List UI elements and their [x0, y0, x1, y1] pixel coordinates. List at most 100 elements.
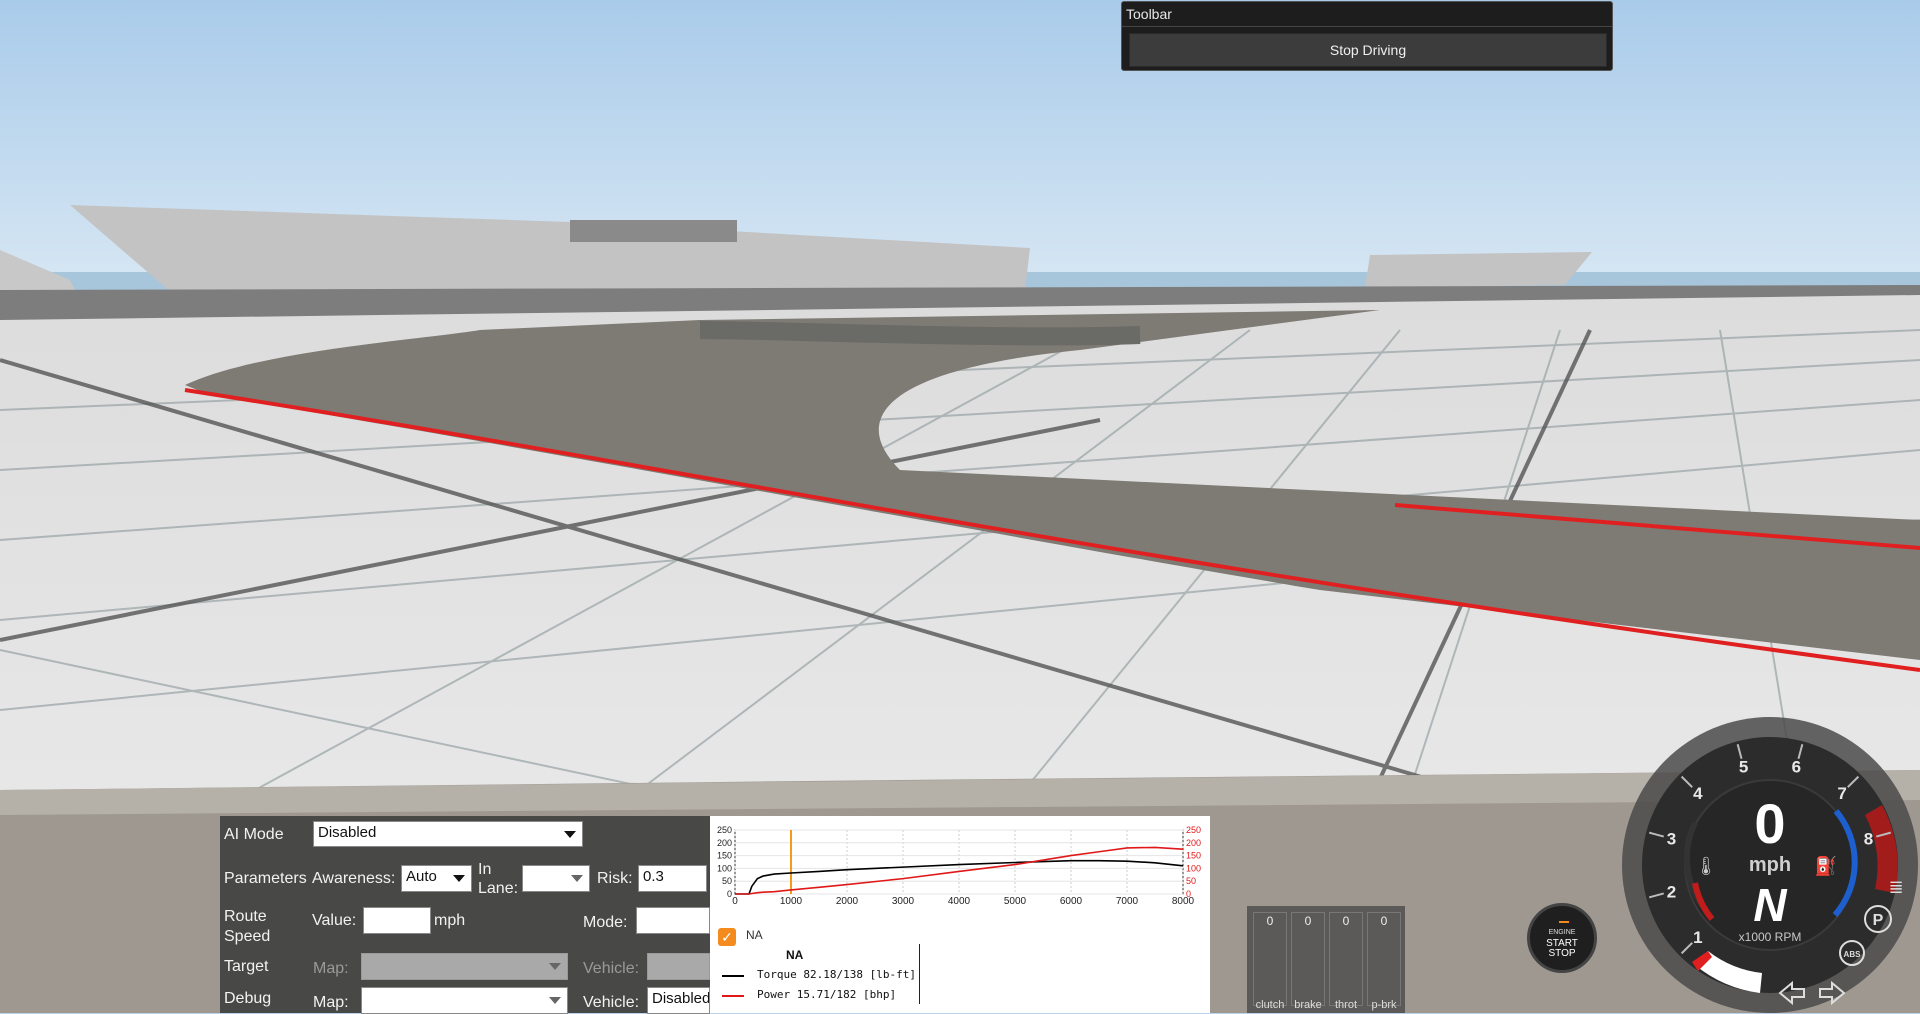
- headlight-icon: ≣: [1888, 877, 1903, 898]
- y-left-tick-label: 150: [717, 851, 732, 861]
- rpm-tick-label: 5: [1739, 757, 1748, 776]
- x-tick-label: 3000: [892, 896, 915, 907]
- y-left-tick-label: 50: [722, 876, 732, 886]
- debug-map-label: Map:: [313, 994, 349, 1011]
- awareness-select[interactable]: Auto: [401, 865, 472, 892]
- y-right-tick-label: 50: [1186, 876, 1196, 886]
- route-speed-mode-select[interactable]: [636, 907, 710, 934]
- pedal-value: 0: [1304, 914, 1312, 928]
- route-speed-value-label: Value:: [312, 912, 357, 929]
- chevron-down-icon: [549, 963, 561, 970]
- engine-indicator-light: [1559, 921, 1569, 923]
- toolbar-title: Toolbar: [1122, 2, 1612, 27]
- speed-unit-label: mph: [1749, 854, 1791, 876]
- pedal-input-display: 0 clutch 0 brake 0 throt 0 p-brk: [1247, 906, 1405, 1013]
- rpm-tick-label: 1: [1693, 928, 1702, 947]
- grandstand-right: [1365, 252, 1592, 288]
- y-right-tick-label: 100: [1186, 863, 1201, 873]
- route-speed-label-line1: Route: [224, 908, 267, 925]
- y-left-tick-label: 0: [727, 889, 732, 899]
- x-tick-label: 0: [732, 896, 738, 907]
- ai-mode-select[interactable]: Disabled: [313, 821, 583, 847]
- engine-start-stop-button[interactable]: ENGINE START STOP: [1527, 903, 1597, 973]
- temperature-icon: 🌡: [1695, 856, 1718, 877]
- ai-mode-label: AI Mode: [224, 826, 284, 843]
- in-lane-label-line1: In: [478, 861, 492, 878]
- debug-vehicle-label: Vehicle:: [583, 994, 640, 1011]
- y-right-tick-label: 200: [1186, 838, 1201, 848]
- y-left-tick-label: 100: [717, 863, 732, 873]
- pedal-value: 0: [1380, 914, 1388, 928]
- torque-legend-swatch: [722, 975, 744, 977]
- fuel-icon: ⛽: [1815, 855, 1837, 877]
- rpm-tick-label: 2: [1667, 882, 1676, 901]
- risk-input[interactable]: 0.3: [638, 865, 707, 892]
- na-checkbox-label: NA: [746, 928, 763, 942]
- rpm-tick-label: 8: [1864, 830, 1873, 849]
- gear-indicator: N: [1753, 879, 1787, 931]
- parking-brake-label: P: [1873, 912, 1884, 929]
- rpm-tick-label: 4: [1693, 784, 1703, 803]
- y-left-tick-label: 200: [717, 838, 732, 848]
- abs-label: ABS: [1844, 950, 1862, 959]
- x-tick-label: 6000: [1060, 896, 1083, 907]
- awareness-label: Awareness:: [312, 870, 396, 887]
- awareness-value: Auto: [406, 868, 437, 885]
- y-left-tick-label: 250: [717, 825, 732, 835]
- route-speed-value-input[interactable]: [363, 907, 431, 934]
- x-tick-label: 7000: [1116, 896, 1139, 907]
- x-tick-label: 5000: [1004, 896, 1027, 907]
- target-vehicle-label: Vehicle:: [583, 960, 640, 977]
- x-tick-label: 4000: [948, 896, 971, 907]
- torque-power-chart: 0 1000 2000 3000 4000 5000 6000 7000 80000501001…: [717, 825, 1201, 907]
- risk-label: Risk:: [597, 870, 633, 887]
- debug-label: Debug: [224, 990, 272, 1007]
- target-map-select[interactable]: [361, 953, 568, 980]
- debug-vehicle-value: Disabled: [652, 990, 710, 1007]
- pedal-label: p-brk: [1371, 999, 1397, 1011]
- legend-title: NA: [786, 948, 804, 962]
- start-stop-label: START STOP: [1530, 939, 1594, 959]
- pedal-label: throt: [1334, 999, 1357, 1011]
- speed-readout: 0: [1754, 792, 1785, 855]
- mph-unit-label: mph: [434, 912, 466, 929]
- chevron-down-icon: [564, 831, 576, 838]
- y-right-tick-label: 250: [1186, 825, 1201, 835]
- rpm-tick-label: 3: [1667, 830, 1676, 849]
- pedal-label: clutch: [1255, 999, 1285, 1011]
- legend-divider: [919, 944, 920, 1004]
- x-tick-label: 2000: [836, 896, 859, 907]
- in-lane-label-line2: Lane:: [478, 880, 519, 897]
- debug-map-select[interactable]: [361, 987, 568, 1014]
- rpm-scale-label: x1000 RPM: [1739, 930, 1802, 944]
- rpm-tick-label: 7: [1837, 784, 1846, 803]
- target-map-label: Map:: [313, 960, 349, 977]
- pedal-value: 0: [1266, 914, 1274, 928]
- target-label: Target: [224, 958, 269, 975]
- speedometer-gauge: 1 2 3 4 5 6 7 8 🌡 ⛽ 0mph Nx1000 RPM P ABS ≣: [1622, 717, 1918, 1013]
- chevron-down-icon: [453, 875, 465, 882]
- parameters-label: Parameters: [224, 870, 307, 887]
- power-legend-label: Power 15.71/182 [bhp]: [757, 988, 897, 1001]
- na-checkbox[interactable]: ✓: [718, 928, 736, 946]
- x-tick-label: 8000: [1172, 896, 1195, 907]
- pedal-value: 0: [1342, 914, 1350, 928]
- ai-control-panel: AI Mode Disabled Parameters Awareness: A…: [220, 816, 710, 1014]
- route-speed-mode-label: Mode:: [583, 914, 628, 931]
- torque-power-graph-panel: 0 1000 2000 3000 4000 5000 6000 7000 8000 0 50 100 1…: [710, 816, 1210, 1013]
- torque-legend-label: Torque 82.18/138 [lb-ft]: [757, 968, 916, 981]
- engine-label: ENGINE: [1548, 929, 1576, 936]
- ai-mode-value: Disabled: [318, 824, 377, 841]
- debug-vehicle-select[interactable]: Disabled: [647, 987, 710, 1014]
- chevron-down-icon: [549, 997, 561, 1004]
- stop-driving-button[interactable]: Stop Driving: [1129, 33, 1607, 67]
- chevron-down-icon: [571, 875, 583, 882]
- y-right-tick-label: 0: [1186, 889, 1191, 899]
- y-right-tick-label: 150: [1186, 851, 1201, 861]
- target-vehicle-select[interactable]: [647, 953, 710, 980]
- in-lane-select[interactable]: [522, 865, 590, 892]
- x-tick-label: 1000: [780, 896, 803, 907]
- rpm-tick-label: 6: [1792, 757, 1801, 776]
- stop-label: STOP: [1548, 948, 1576, 959]
- pedal-label: brake: [1294, 999, 1322, 1011]
